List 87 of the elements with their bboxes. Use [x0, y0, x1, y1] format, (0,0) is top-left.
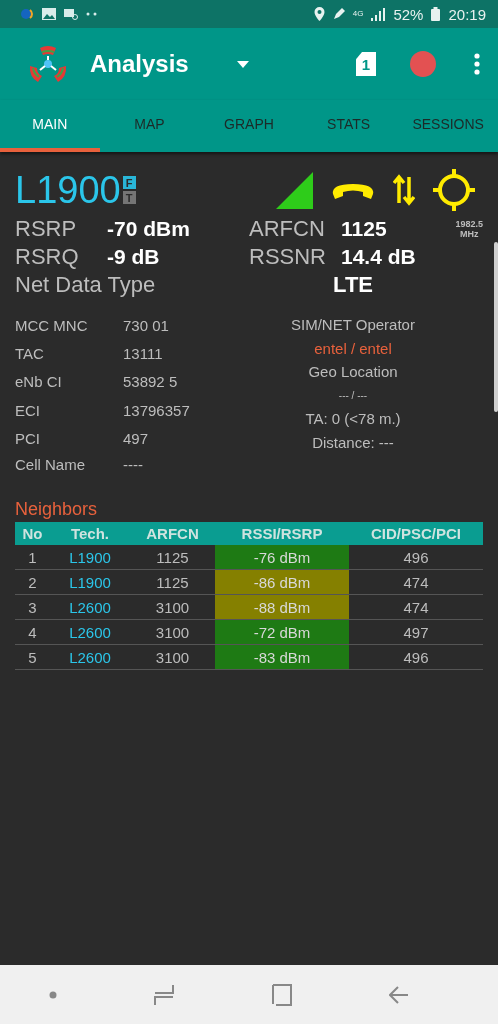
message-settings-icon — [64, 8, 78, 20]
table-cell: 496 — [349, 545, 483, 570]
band-label: L1900 — [15, 168, 121, 212]
table-cell: 5 — [15, 644, 50, 670]
section-title: Neighbors — [15, 499, 99, 520]
more-menu-icon[interactable] — [474, 53, 480, 75]
signal-icon — [371, 7, 386, 21]
tab[interactable]: STATS — [298, 100, 399, 152]
metric-value: 1125 — [341, 217, 388, 241]
metric-value: 14.4 dB — [341, 245, 417, 269]
table-cell: L2600 — [50, 594, 130, 620]
metric-value: LTE — [333, 272, 373, 298]
signal-cell: -88 dBm — [215, 594, 349, 620]
detail-label: ECI — [15, 400, 41, 421]
column-header: ARFCN — [130, 522, 215, 545]
clock: 20:19 — [448, 5, 486, 23]
info-text: SIM/NET Operator — [291, 315, 415, 335]
tab[interactable]: MAP — [99, 100, 200, 152]
table-cell: L2600 — [50, 619, 130, 645]
column-header: Tech. — [50, 522, 130, 545]
signal-cell: -72 dBm — [215, 619, 349, 645]
table-cell: 474 — [349, 569, 483, 595]
info-text: TA: 0 (<78 m.) — [305, 409, 401, 429]
detail-value: ---- — [123, 456, 144, 473]
crosshair-icon — [433, 169, 475, 211]
app-title: Analysis — [90, 50, 189, 78]
recent-apps-icon[interactable] — [154, 983, 175, 1006]
tab[interactable]: SESSIONS — [398, 100, 498, 152]
network-type: 4G — [352, 10, 364, 18]
detail-label: Cell Name — [15, 456, 87, 473]
band-badge: F — [122, 176, 136, 189]
metric-value: -70 dBm — [107, 217, 191, 241]
tab[interactable]: GRAPH — [199, 100, 299, 152]
metric-label: Net Data Type — [15, 272, 156, 298]
metric-label: ARFCN — [249, 216, 326, 242]
info-text: entel / entel — [314, 338, 392, 359]
table-cell: L2600 — [50, 644, 130, 670]
back-icon[interactable] — [389, 985, 410, 1004]
dropdown-caret-icon[interactable] — [236, 60, 249, 68]
table-cell: 1 — [15, 545, 50, 570]
table-cell: 3 — [15, 594, 50, 620]
location-icon — [313, 7, 325, 21]
detail-value: 13111 — [123, 344, 164, 365]
detail-value: 497 — [123, 428, 150, 449]
app-logo-icon — [28, 46, 68, 82]
detail-label: TAC — [15, 344, 45, 365]
dot-icon[interactable] — [48, 990, 57, 999]
column-header: RSSI/RSRP — [215, 522, 349, 545]
table-cell: 2 — [15, 569, 50, 595]
signal-cell: -76 dBm — [215, 545, 349, 570]
home-icon[interactable] — [271, 983, 292, 1006]
data-arrows-icon — [393, 173, 415, 207]
tab[interactable]: MAIN — [0, 100, 100, 152]
detail-label: eNb CI — [15, 372, 63, 393]
browser-icon — [20, 8, 34, 20]
table-cell: 496 — [349, 644, 483, 670]
pencil-icon — [332, 8, 345, 20]
table-cell: 474 — [349, 594, 483, 620]
signal-cell: -83 dBm — [215, 644, 349, 670]
metric-label: RSRQ — [15, 244, 80, 270]
metric-label: RSRP — [15, 216, 78, 242]
detail-value: 53892 5 — [123, 372, 179, 393]
detail-value: 730 01 — [123, 316, 170, 336]
metric-value: -9 dB — [107, 245, 161, 269]
table-cell: 497 — [349, 619, 483, 645]
image-icon — [42, 8, 56, 20]
signal-cell: -86 dBm — [215, 569, 349, 595]
detail-value: 13796357 — [123, 400, 191, 421]
battery-percent: 52% — [393, 5, 424, 23]
frequency-note: 1982.5 MHz — [455, 219, 483, 239]
table-cell: L1900 — [50, 569, 130, 595]
more-notifications-icon — [86, 12, 98, 16]
detail-label: PCI — [15, 428, 41, 449]
detail-label: MCC MNC — [15, 316, 89, 336]
sim-card-button[interactable]: 1 — [356, 52, 376, 76]
info-text: --- / --- — [338, 388, 368, 403]
battery-icon — [431, 7, 441, 21]
table-cell: 4 — [15, 619, 50, 645]
info-text: Distance: --- — [312, 432, 394, 453]
column-header: CID/PSC/PCI — [349, 522, 483, 545]
metric-label: RSSNR — [249, 244, 327, 270]
band-badge: T — [122, 191, 136, 204]
scrollbar[interactable] — [494, 242, 498, 412]
signal-strength-icon — [276, 171, 313, 209]
table-cell: L1900 — [50, 545, 130, 570]
info-text: Geo Location — [308, 362, 398, 382]
column-header: No — [15, 522, 50, 545]
